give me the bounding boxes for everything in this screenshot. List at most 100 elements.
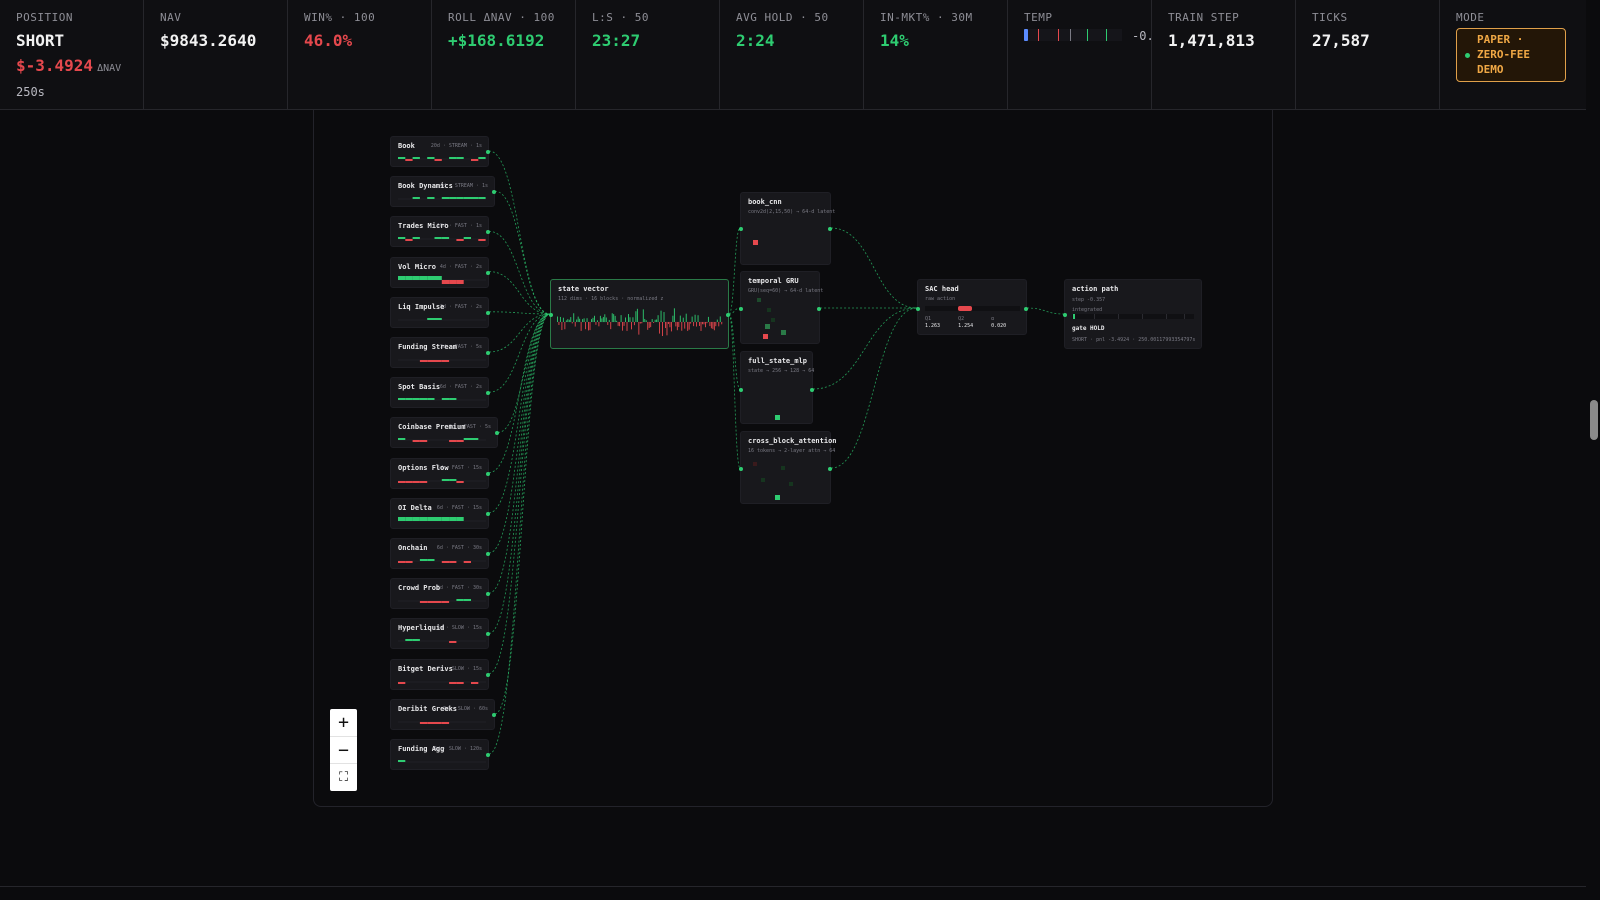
fit-view-button[interactable]: ⛶ bbox=[330, 763, 357, 790]
state-vector-node[interactable]: state vector 112 dims · 16 blocks · norm… bbox=[549, 279, 730, 349]
flow-edge bbox=[488, 313, 551, 473]
output-port bbox=[486, 270, 490, 275]
feature-node-hyperliquid[interactable]: 6d · SLOW · 15s Hyperliquid bbox=[390, 618, 490, 650]
stat-value: +$168.6192 bbox=[448, 31, 545, 50]
feature-node-book[interactable]: 20d · STREAM · 1s Book bbox=[390, 136, 490, 167]
flow-edge bbox=[812, 307, 918, 390]
position-pnl-value: $-3.4924 bbox=[16, 56, 94, 75]
feature-node-vol-micro[interactable]: 4d · FAST · 2s Vol Micro bbox=[390, 256, 490, 288]
feature-node-options-flow[interactable]: 6d · FAST · 15s Options Flow bbox=[390, 457, 490, 489]
node-subtitle: 112 dims · 16 blocks · normalized z bbox=[558, 296, 664, 302]
temp-value: -0. bbox=[1132, 29, 1154, 43]
zoom-in-button[interactable]: + bbox=[330, 709, 357, 736]
encoder-cross-block-attention[interactable]: cross_block_attention 16 tokens → 2-laye… bbox=[739, 431, 837, 504]
feature-sparkline bbox=[398, 516, 486, 522]
zoom-out-button[interactable]: − bbox=[330, 736, 357, 763]
feature-node-trades-micro[interactable]: 10d · FAST · 1s Trades Micro bbox=[390, 216, 490, 248]
stat-value: 27,587 bbox=[1312, 31, 1370, 50]
flow-edge bbox=[488, 150, 551, 315]
input-port bbox=[1063, 313, 1067, 317]
node-title: action path bbox=[1072, 285, 1119, 293]
feature-node-funding-agg[interactable]: 4d · SLOW · 120s Funding Agg bbox=[390, 739, 490, 770]
feature-node-liq-impulse[interactable]: 3d · FAST · 2s Liq Impulse bbox=[390, 296, 490, 328]
flow-edge bbox=[830, 307, 918, 469]
output-port bbox=[486, 672, 490, 677]
stat-ticks: TICKS 27,587 bbox=[1296, 0, 1440, 110]
flow-edge bbox=[488, 313, 551, 514]
action-path-node[interactable]: action path step -0.357 integrated gate … bbox=[1063, 279, 1202, 349]
node-subtitle: GRU(seq=60) → 64-d latent bbox=[748, 288, 824, 294]
feature-node-onchain[interactable]: 6d · FAST · 30s Onchain bbox=[390, 538, 490, 569]
output-port bbox=[828, 227, 832, 231]
feature-sparkline bbox=[398, 639, 486, 644]
node-title: SAC head bbox=[925, 285, 959, 293]
feature-sparkline bbox=[398, 599, 486, 604]
node-subtitle: conv2d(2,15,50) → 64-d latent bbox=[748, 209, 836, 215]
stat-long-short: L:S · 50 23:27 bbox=[576, 0, 720, 110]
flow-edge bbox=[488, 313, 551, 393]
feature-node-book-dynamics[interactable]: 4d · STREAM · 1s Book Dynamics bbox=[390, 176, 496, 208]
flow-edge bbox=[488, 313, 551, 674]
stat-position: POSITION SHORT $-3.4924 ΔNAV 250s bbox=[0, 0, 144, 110]
raw-action-bar bbox=[925, 306, 1020, 311]
mode-line-2: ZERO-FEE bbox=[1477, 48, 1530, 61]
node-meta: 4d · FAST · 2s bbox=[439, 263, 482, 270]
action-gate: gate HOLD bbox=[1072, 325, 1105, 332]
node-title: Coinbase Premium bbox=[398, 423, 466, 432]
stat-in-market: IN-MKT% · 30M 14% bbox=[864, 0, 1008, 110]
input-port bbox=[739, 467, 743, 471]
page-scrollbar[interactable] bbox=[1586, 0, 1600, 900]
feature-node-deribit-greeks[interactable]: 7d · SLOW · 60s Deribit Greeks bbox=[390, 698, 496, 730]
flow-edge bbox=[488, 271, 551, 315]
feature-node-spot-basis[interactable]: 6d · FAST · 2s Spot Basis bbox=[390, 377, 490, 409]
feature-node-bitget-derivs[interactable]: 7d · SLOW · 15s Bitget Derivs bbox=[390, 658, 490, 690]
stat-roll-nav: ROLL ΔNAV · 100 +$168.6192 bbox=[432, 0, 576, 110]
node-title: Onchain bbox=[398, 544, 428, 552]
position-hold-time: 250s bbox=[16, 85, 45, 99]
sac-values: Q1 1.263 Q2 1.254 α 0.020 bbox=[925, 316, 1006, 330]
node-subtitle: state → 256 → 128 → 64 bbox=[748, 368, 815, 374]
integrated-bar bbox=[1072, 314, 1194, 319]
model-flow-canvas[interactable]: 20d · STREAM · 1s Book 4d · STREAM · 1s Boo… bbox=[313, 110, 1273, 807]
activation-cell bbox=[753, 240, 758, 245]
scrollbar-thumb[interactable] bbox=[1590, 400, 1598, 440]
flow-edge bbox=[488, 313, 551, 594]
node-subtitle: raw action bbox=[925, 296, 956, 302]
encoder-book-cnn[interactable]: book_cnn conv2d(2,15,50) → 64-d latent bbox=[739, 192, 835, 265]
stat-value: 2:24 bbox=[736, 31, 775, 50]
node-title: Deribit Greeks bbox=[398, 704, 458, 713]
stat-train-step: TRAIN STEP 1,471,813 bbox=[1152, 0, 1296, 110]
feature-sparkline bbox=[398, 197, 486, 200]
node-title: Options Flow bbox=[398, 463, 449, 472]
stat-mode: MODE PAPER · ZERO-FEE DEMO bbox=[1440, 0, 1586, 110]
stat-avg-hold: AVG HOLD · 50 2:24 bbox=[720, 0, 864, 110]
node-subtitle: 16 tokens → 2-layer attn → 64 bbox=[748, 448, 836, 454]
stat-temp: TEMP -0. bbox=[1008, 0, 1154, 110]
temp-gauge bbox=[1024, 29, 1122, 41]
feature-sparkline bbox=[398, 478, 486, 483]
output-port bbox=[828, 467, 832, 471]
node-title: temporal GRU bbox=[748, 277, 799, 285]
encoder-full-state-mlp[interactable]: full_state_mlp state → 256 → 128 → 64 bbox=[739, 351, 815, 424]
action-integrated: integrated bbox=[1072, 307, 1103, 313]
output-port bbox=[486, 511, 490, 516]
stat-label: TICKS bbox=[1312, 11, 1348, 24]
flow-edge bbox=[1026, 307, 1065, 315]
node-meta: 6d · FAST · 15s bbox=[436, 504, 482, 511]
node-title: Liq Impulse bbox=[398, 302, 445, 311]
output-port bbox=[486, 310, 490, 315]
q2-value: Q2 1.254 bbox=[958, 316, 974, 329]
feature-node-oi-delta[interactable]: 6d · FAST · 15s OI Delta bbox=[390, 497, 490, 529]
stat-label: TRAIN STEP bbox=[1168, 11, 1240, 24]
input-port bbox=[739, 227, 743, 231]
sac-head-node[interactable]: SAC head raw action Q1 1.263 Q2 1.254 α 0.0… bbox=[916, 279, 1028, 335]
encoder-temporal-gru[interactable]: temporal GRU GRU(seq=60) → 64-d latent bbox=[739, 271, 824, 344]
feature-node-funding-stream[interactable]: 3d · FAST · 5s Funding Stream bbox=[390, 337, 490, 368]
node-title: state vector bbox=[558, 285, 609, 293]
feature-node-coinbase-premium[interactable]: 3d · FAST · 5s Coinbase Premium bbox=[390, 417, 499, 449]
flow-edge bbox=[488, 313, 551, 634]
node-title: Vol Micro bbox=[398, 262, 436, 271]
position-pnl-unit: ΔNAV bbox=[97, 63, 122, 74]
feature-node-crowd-prob[interactable]: 5d · FAST · 30s Crowd Prob bbox=[390, 578, 490, 610]
output-port bbox=[1024, 307, 1028, 311]
